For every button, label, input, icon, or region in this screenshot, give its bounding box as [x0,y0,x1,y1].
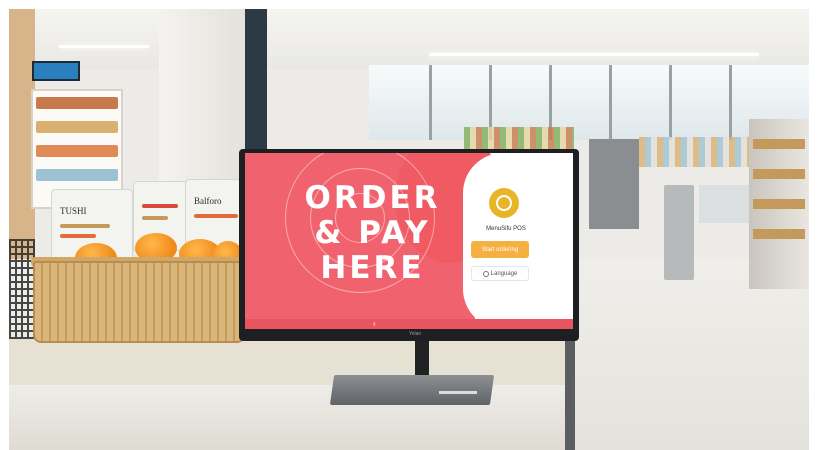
shelf-products [36,145,118,157]
shelf-products [36,121,118,133]
shelf-products [36,169,118,181]
ceiling-light [429,53,759,56]
window-mullion [669,65,672,140]
language-button[interactable]: Language [471,266,529,281]
wicker-basket [33,261,245,343]
bag-print [194,214,238,218]
right-shelf [749,119,809,289]
kiosk-screen: ORDER & PAY HERE MenuSifu POS Start orde… [245,153,573,329]
shelf-products [753,139,805,149]
hero-line: ORDER [304,180,441,216]
store-ceiling [9,9,809,69]
window-mullion [609,65,612,140]
store-photo: TUSHI Balforo ORDER & PAY HERE MenuSifu … [9,9,809,450]
shelf-products [753,169,805,179]
column-sign [245,9,267,159]
monitor-brand: Yelan [408,331,422,337]
product-bag-label: TUSHI [60,206,87,216]
screen-bottom-bar [245,319,573,329]
start-ordering-button[interactable]: Start ordering [471,241,529,258]
wall-display [32,61,80,81]
product-bag-label: Balforo [194,196,222,206]
background-kiosk [589,139,639,229]
stand-slot [439,391,477,394]
bag-print [60,224,110,228]
bag-print [142,204,178,208]
logo-mark [496,195,512,211]
store-window [369,65,809,140]
hero-line: HERE [320,250,425,286]
back-shelf [639,137,749,167]
photo-frame: TUSHI Balforo ORDER & PAY HERE MenuSifu … [0,0,817,450]
counter-side [565,339,575,450]
bag-print [60,234,96,238]
monitor-stand-base [329,375,495,405]
app-name: MenuSifu POS [486,226,526,232]
start-ordering-label: Start ordering [481,246,519,253]
hero-headline: ORDER & PAY HERE [285,181,460,286]
shelf-products [753,199,805,209]
window-mullion [729,65,732,140]
shelf-products [36,97,118,109]
hero-line: & PAY [314,215,431,251]
background-counter [699,185,754,223]
shopping-cart [9,239,35,339]
ceiling-light [59,45,149,48]
menusifu-logo-icon [489,188,519,218]
shelf-products [753,229,805,239]
globe-icon [482,270,489,277]
language-label: Language [490,270,518,277]
chevron-left-icon[interactable]: ‹ [373,319,376,329]
background-kiosk [664,185,694,280]
bag-print [142,216,168,220]
window-mullion [429,65,432,140]
